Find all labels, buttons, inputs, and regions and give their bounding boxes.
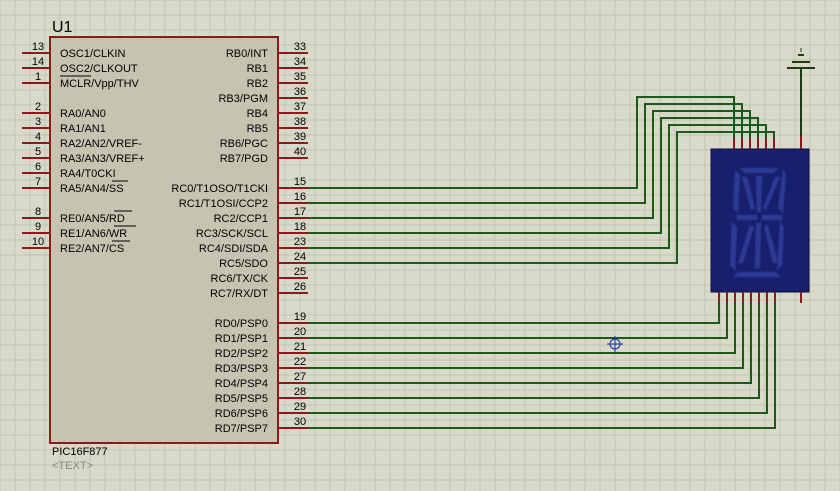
pin-label: RB4: [247, 108, 268, 120]
pin-number: 29: [294, 401, 306, 413]
pin-label: RC3/SCK/SCL: [196, 228, 268, 240]
pin-number: 35: [294, 71, 306, 83]
pin-label: RA1/AN1: [60, 123, 106, 135]
pin-number: 34: [294, 56, 306, 68]
pin-number: 8: [35, 206, 41, 218]
component-part: PIC16F877: [52, 446, 108, 458]
pin-number: 15: [294, 176, 306, 188]
pin-label: RB3/PGM: [218, 93, 268, 105]
pin-label: RD6/PSP6: [215, 408, 268, 420]
pin-label: RC2/CCP1: [214, 213, 268, 225]
ground-icon[interactable]: [787, 48, 815, 136]
pin-number: 25: [294, 266, 306, 278]
pin-label: RA2/AN2/VREF-: [60, 138, 142, 150]
pin-label: RE2/AN7/CS: [60, 243, 124, 255]
pin-label: RE0/AN5/RD: [60, 213, 125, 225]
pin-label: RD1/PSP1: [215, 333, 268, 345]
pin-number: 24: [294, 251, 306, 263]
pin-label: RA5/AN4/SS: [60, 183, 124, 195]
pin-label: OSC2/CLKOUT: [60, 63, 138, 75]
pin-number: 21: [294, 341, 306, 353]
pin-label: RB7/PGD: [220, 153, 268, 165]
pin-label: RB6/PGC: [220, 138, 268, 150]
pin-number: 37: [294, 101, 306, 113]
pin-label: RC5/SDO: [219, 258, 268, 270]
pin-label: RA3/AN3/VREF+: [60, 153, 145, 165]
pin-number: 14: [32, 56, 44, 68]
pin-number: 10: [32, 236, 44, 248]
pin-number: 38: [294, 116, 306, 128]
pin-label: RD4/PSP4: [215, 378, 268, 390]
pin-number: 7: [35, 176, 41, 188]
pin-label: RD2/PSP2: [215, 348, 268, 360]
pin-label: RC1/T1OSI/CCP2: [179, 198, 268, 210]
pin-number: 33: [294, 41, 306, 53]
pin-label: RC0/T1OSO/T1CKI: [171, 183, 268, 195]
pin-number: 39: [294, 131, 306, 143]
component-ref: U1: [52, 19, 73, 36]
pin-label: RC6/TX/CK: [211, 273, 269, 285]
pin-number: 13: [32, 41, 44, 53]
pin-label: RB2: [247, 78, 268, 90]
alphanumeric-display[interactable]: [710, 136, 810, 303]
pin-label: RC7/RX/DT: [210, 288, 268, 300]
pin-label: RA4/T0CKI: [60, 168, 116, 180]
pin-number: 17: [294, 206, 306, 218]
pin-number: 26: [294, 281, 306, 293]
pin-label: RE1/AN6/WR: [60, 228, 127, 240]
pin-label: RB1: [247, 63, 268, 75]
pin-label: OSC1/CLKIN: [60, 48, 125, 60]
pin-number: 9: [35, 221, 41, 233]
pin-number: 22: [294, 356, 306, 368]
text-placeholder: <TEXT>: [52, 460, 93, 472]
schematic-canvas[interactable]: U1 PIC16F877 <TEXT> 13 OSC1/CLKIN 14 OSC…: [0, 0, 840, 491]
pin-number: 28: [294, 386, 306, 398]
wire[interactable]: [308, 131, 775, 264]
pin-label: RA0/AN0: [60, 108, 106, 120]
pin-number: 4: [35, 131, 41, 143]
pin-number: 18: [294, 221, 306, 233]
pin-label: RD7/PSP7: [215, 423, 268, 435]
pin-label: MCLR/Vpp/THV: [60, 78, 140, 90]
pin-label: RB5: [247, 123, 268, 135]
pin-label: RD0/PSP0: [215, 318, 268, 330]
pin-label: RD3/PSP3: [215, 363, 268, 375]
pin-number: 3: [35, 116, 41, 128]
pin-number: 16: [294, 191, 306, 203]
pin-number: 40: [294, 146, 306, 158]
pin-number: 6: [35, 161, 41, 173]
pin-label: RD5/PSP5: [215, 393, 268, 405]
pin-number: 5: [35, 146, 41, 158]
pin-number: 30: [294, 416, 306, 428]
pin-number: 1: [35, 71, 41, 83]
pin-number: 27: [294, 371, 306, 383]
pin-number: 36: [294, 86, 306, 98]
pin-number: 20: [294, 326, 306, 338]
pin-label: RC4/SDI/SDA: [199, 243, 269, 255]
pin-number: 2: [35, 101, 41, 113]
wire[interactable]: [308, 124, 767, 249]
pin-label: RB0/INT: [226, 48, 268, 60]
pin-number: 23: [294, 236, 306, 248]
wire[interactable]: [308, 292, 720, 324]
pin-number: 19: [294, 311, 306, 323]
